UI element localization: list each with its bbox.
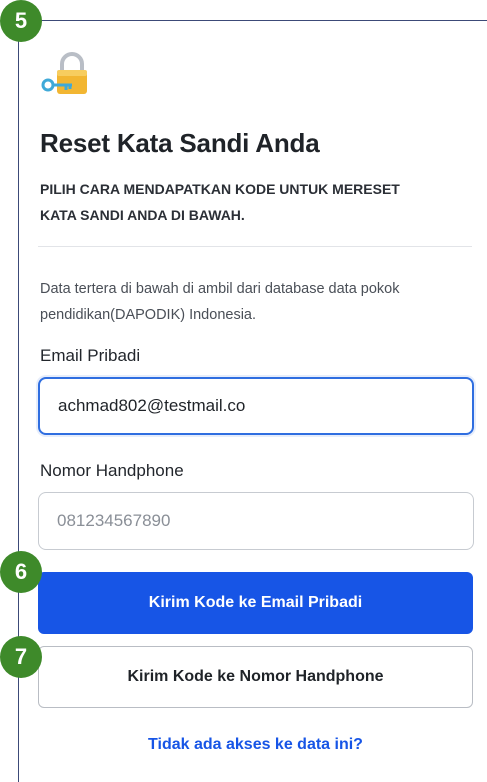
phone-field[interactable] [38, 492, 474, 550]
divider [38, 246, 472, 247]
send-code-phone-button[interactable]: Kirim Kode ke Nomor Handphone [38, 646, 473, 708]
info-text: Data tertera di bawah di ambil dari data… [40, 281, 400, 323]
email-label: Email Pribadi [40, 346, 141, 365]
frame-border-top [28, 20, 487, 21]
lock-key-icon [40, 52, 100, 96]
send-code-email-button[interactable]: Kirim Kode ke Email Pribadi [38, 572, 473, 634]
phone-label: Nomor Handphone [40, 461, 184, 480]
page-title: Reset Kata Sandi Anda [40, 128, 320, 158]
email-field[interactable] [38, 377, 474, 435]
step-badge-5: 5 [0, 0, 42, 42]
step-badge-6: 6 [0, 551, 42, 593]
no-access-link[interactable]: Tidak ada akses ke data ini? [38, 736, 473, 754]
instruction-text: PILIH CARA MENDAPATKAN KODE UNTUK MERESE… [40, 181, 400, 223]
step-badge-7: 7 [0, 636, 42, 678]
